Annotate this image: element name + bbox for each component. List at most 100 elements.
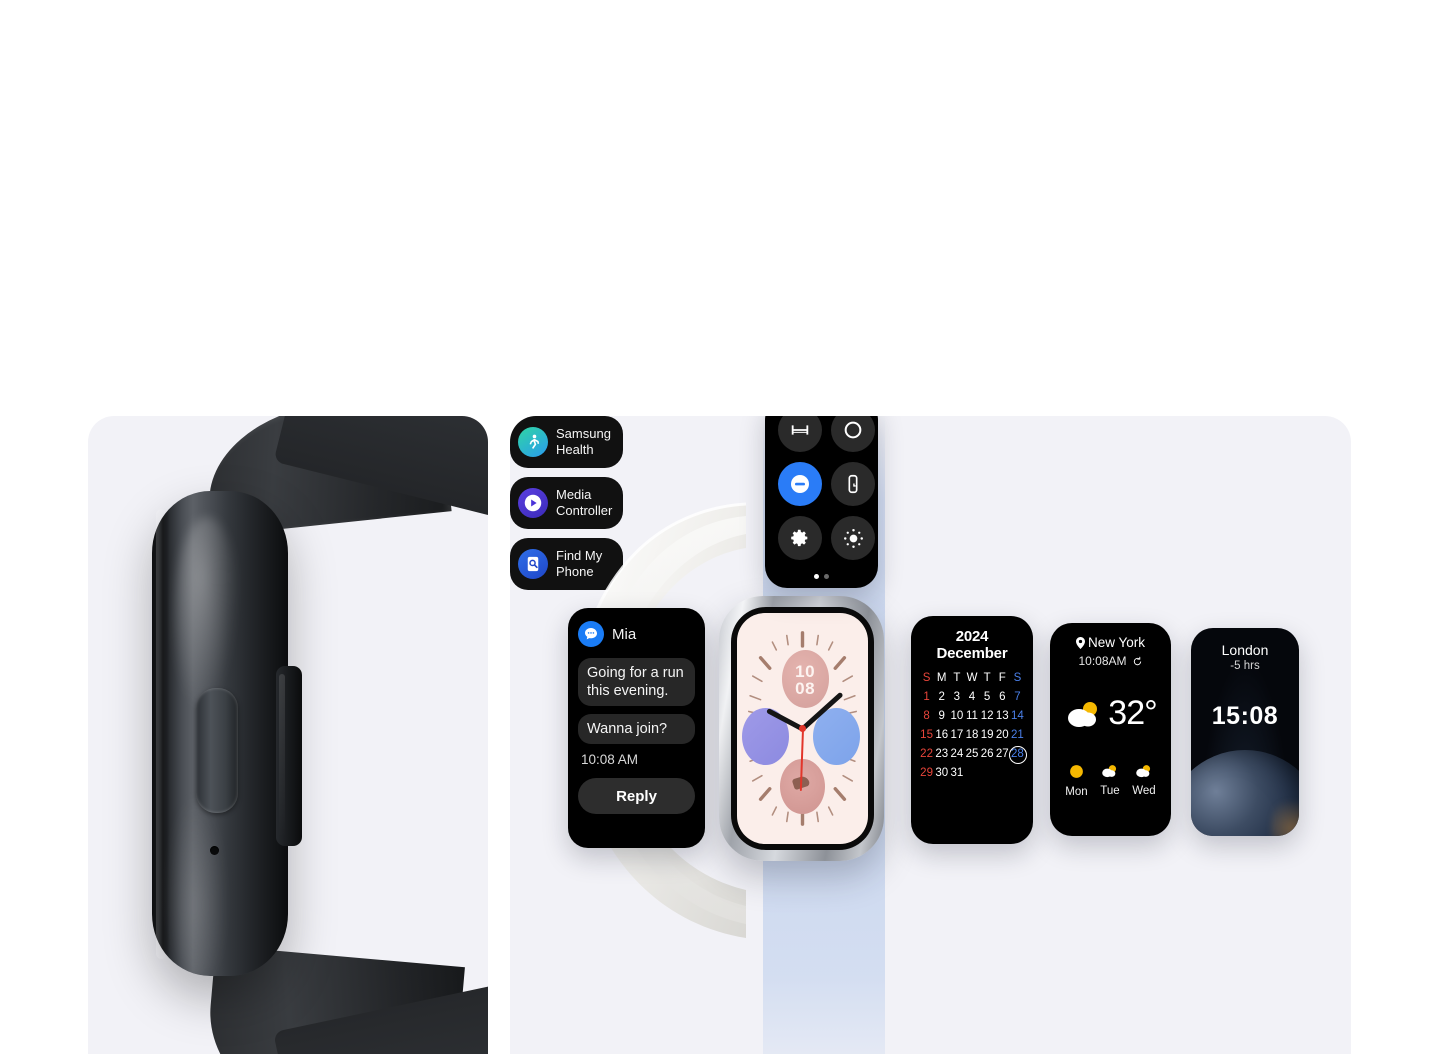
sunny-icon [1070, 765, 1083, 778]
world-clock-widget[interactable]: London -5 hrs 15:08 [1191, 628, 1299, 836]
calendar-day[interactable]: 30 [934, 766, 949, 780]
gear-icon [791, 529, 808, 547]
calendar-day-empty [1010, 766, 1025, 780]
calendar-weekday: M [936, 672, 947, 684]
app-list-item-health[interactable]: Samsung Health [510, 416, 623, 468]
samsung-health-icon [518, 427, 548, 457]
digital-hour: 10 [795, 661, 816, 681]
calendar-title: 2024 December [936, 628, 1008, 662]
calendar-day-empty [964, 766, 979, 780]
calendar-day[interactable]: 4 [964, 690, 979, 704]
left-panel-home-button: Home Button [88, 416, 488, 1054]
calendar-widget[interactable]: 2024 December S M T W T F S 1 2 3 4 5 6 7 8 9 10 11 12 13 14… [911, 616, 1033, 844]
notification-sender: Mia [612, 625, 637, 643]
world-clock-time: 15:08 [1211, 702, 1279, 730]
calendar-day[interactable]: 5 [980, 690, 995, 704]
smartwatch-front-device: 10 08 [719, 596, 884, 861]
calendar-day[interactable]: 1 [919, 690, 934, 704]
calendar-day[interactable]: 15 [919, 728, 934, 742]
bed-icon [791, 425, 809, 435]
notification-message-2: Wanna join? [578, 714, 695, 745]
running-person-icon [529, 434, 540, 449]
calendar-day[interactable]: 7 [1010, 690, 1025, 704]
weather-city-row: New York [1059, 635, 1162, 650]
quick-settings-panel [765, 416, 878, 588]
page-dot-2[interactable] [824, 574, 829, 579]
notification-header: Mia [578, 621, 695, 647]
calendar-grid: S M T W T F S 1 2 3 4 5 6 7 8 9 10 11 12 13 14 15 16 17 18 19 20 21… [919, 671, 1028, 780]
screenshot-root: Home Button [0, 0, 1440, 1054]
brightness-button[interactable] [831, 516, 875, 560]
phone-search-icon [527, 556, 539, 572]
calendar-day[interactable]: 3 [949, 690, 964, 704]
calendar-day[interactable]: 17 [949, 728, 964, 742]
calendar-day[interactable]: 25 [964, 747, 979, 761]
calendar-day[interactable]: 20 [995, 728, 1010, 742]
forecast-day-label: Tue [1100, 785, 1120, 797]
calendar-weekday: T [983, 672, 991, 684]
watch-screen: 10 08 [731, 607, 874, 850]
circle-mode-button[interactable] [831, 416, 875, 452]
calendar-day[interactable]: 21 [1010, 728, 1025, 742]
page-dot-1[interactable] [814, 574, 819, 579]
watch-only-mode-button[interactable] [831, 462, 875, 506]
do-not-disturb-button[interactable] [778, 462, 822, 506]
calendar-day[interactable]: 27 [995, 747, 1010, 761]
microphone-hole-icon [210, 846, 219, 855]
reply-button[interactable]: Reply [578, 778, 695, 815]
calendar-day[interactable]: 12 [980, 709, 995, 723]
home-button[interactable] [196, 688, 238, 813]
weather-time-row: 10:08AM [1059, 654, 1162, 668]
calendar-day[interactable]: 6 [995, 690, 1010, 704]
weather-widget[interactable]: New York 10:08AM 32° Mon Tue Wed [1050, 623, 1171, 836]
calendar-day-empty [980, 766, 995, 780]
quick-settings-page-dots [765, 574, 878, 579]
digital-minute: 08 [795, 678, 816, 698]
notification-card: Mia Going for a run this evening. Wanna … [568, 608, 705, 848]
message-app-icon [578, 621, 604, 647]
weather-time: 10:08AM [1078, 654, 1127, 668]
weather-forecast-day: Tue [1100, 763, 1120, 798]
refresh-icon[interactable] [1132, 656, 1143, 667]
world-clock-offset: -5 hrs [1230, 660, 1260, 672]
right-panel-watch-features: 10 08 Mia Going for a run this evening. … [510, 416, 1351, 1054]
do-not-disturb-icon [791, 475, 809, 493]
calendar-day[interactable]: 10 [949, 709, 964, 723]
media-controller-icon [518, 488, 548, 518]
hand-center-cap [799, 725, 806, 732]
calendar-day[interactable]: 9 [934, 709, 949, 723]
location-pin-icon [1075, 636, 1085, 649]
calendar-day[interactable]: 24 [949, 747, 964, 761]
calendar-day[interactable]: 16 [934, 728, 949, 742]
calendar-day[interactable]: 14 [1010, 709, 1025, 723]
calendar-day[interactable]: 13 [995, 709, 1010, 723]
watch-icon [848, 474, 858, 494]
app-name-health: Samsung Health [556, 426, 611, 457]
calendar-day[interactable]: 11 [964, 709, 979, 723]
calendar-day[interactable]: 18 [964, 728, 979, 742]
watch-body-highlight-lower [168, 791, 228, 981]
calendar-day-empty [995, 766, 1010, 780]
watch-body-edge-highlight [156, 509, 167, 959]
calendar-day[interactable]: 8 [919, 709, 934, 723]
partly-cloudy-icon [1136, 765, 1151, 778]
earth-globe-image [1191, 750, 1299, 836]
weather-temperature: 32° [1108, 694, 1157, 732]
brightness-icon [843, 528, 863, 548]
sleep-mode-button[interactable] [778, 416, 822, 452]
find-my-phone-icon [518, 549, 548, 579]
calendar-day[interactable]: 19 [980, 728, 995, 742]
settings-button[interactable] [778, 516, 822, 560]
calendar-weekday: W [966, 672, 978, 684]
calendar-day[interactable]: 31 [949, 766, 964, 780]
watch-sensor-block [276, 666, 302, 846]
calendar-day[interactable]: 26 [980, 747, 995, 761]
calendar-day[interactable]: 22 [919, 747, 934, 761]
calendar-day[interactable]: 2 [934, 690, 949, 704]
watch-face-analog[interactable]: 10 08 [737, 613, 868, 844]
calendar-day[interactable]: 29 [919, 766, 934, 780]
notification-timestamp: 10:08 AM [581, 752, 639, 768]
weather-current: 32° [1059, 694, 1162, 733]
calendar-day[interactable]: 28 [1009, 746, 1028, 764]
calendar-day[interactable]: 23 [934, 747, 949, 761]
